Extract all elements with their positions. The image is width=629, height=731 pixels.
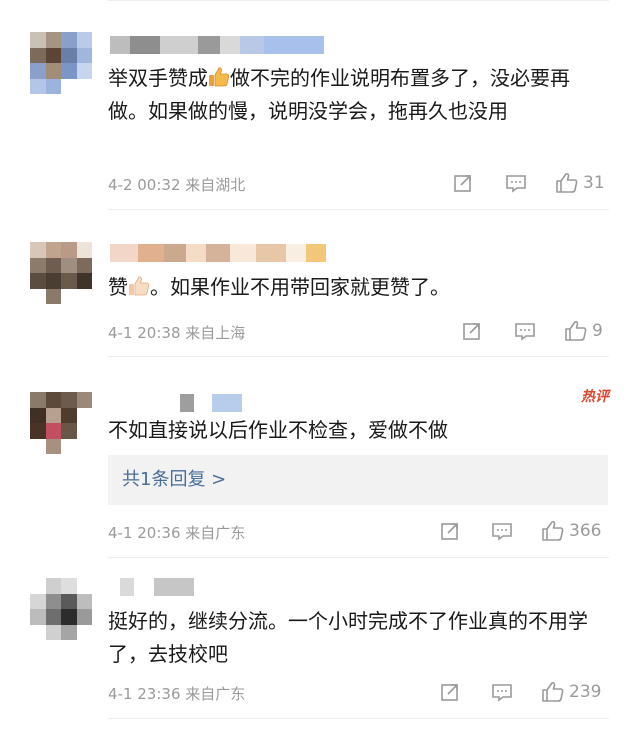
like-button[interactable]: 239 (541, 680, 601, 704)
comment-time: 4-1 20:38 来自上海 (108, 324, 246, 342)
like-icon (542, 681, 564, 702)
reply-button[interactable] (491, 519, 513, 543)
share-icon (454, 175, 471, 192)
divider (108, 557, 609, 558)
share-button[interactable] (440, 680, 460, 704)
like-count: 31 (583, 173, 605, 193)
share-button[interactable] (440, 519, 460, 543)
comment-text: 举双手赞成 做不完的作业说明布置多了，没必要再做。如果做的慢，说明没学会，拖再久也… (108, 65, 570, 123)
reply-button[interactable] (491, 680, 513, 704)
avatar[interactable] (30, 392, 92, 454)
divider (108, 209, 609, 210)
share-icon (441, 684, 458, 701)
comment-text: 赞。如果作业不用带回家就更赞了。 (108, 274, 450, 299)
comment-icon (492, 684, 512, 702)
reply-button[interactable] (514, 319, 536, 343)
comment-text: 不如直接说以后作业不检查，爱做不做 (108, 418, 448, 442)
username-blurred[interactable] (110, 394, 242, 412)
username-blurred[interactable] (110, 578, 194, 596)
top-edge (0, 0, 629, 14)
divider (108, 718, 609, 719)
avatar[interactable] (30, 32, 92, 94)
username-blurred[interactable] (110, 244, 326, 262)
comment-time: 4-2 00:32 来自湖北 (108, 176, 246, 194)
comment-time: 4-1 23:36 来自广东 (108, 685, 246, 703)
comment-icon (492, 523, 512, 541)
divider (108, 356, 609, 357)
thumbs-up-icon (208, 65, 230, 87)
reply-button[interactable] (505, 171, 527, 195)
like-icon (565, 320, 587, 341)
like-count: 366 (569, 521, 602, 541)
like-count: 9 (592, 321, 603, 341)
share-icon (463, 323, 480, 340)
like-icon (556, 172, 578, 193)
comment-icon (506, 175, 526, 193)
share-icon (441, 523, 458, 540)
avatar[interactable] (30, 578, 92, 640)
comment-icon (515, 323, 535, 341)
hot-comment-badge: 热评 (581, 389, 609, 405)
share-button[interactable] (453, 171, 473, 195)
comment-time: 4-1 20:36 来自广东 (108, 524, 246, 542)
like-button[interactable]: 9 (564, 319, 603, 343)
comment-text: 挺好的，继续分流。一个小时完成不了作业真的不用学了，去技校吧 (108, 609, 588, 666)
like-button[interactable]: 366 (541, 519, 601, 543)
username-blurred[interactable] (110, 36, 324, 54)
avatar[interactable] (30, 242, 92, 304)
like-icon (542, 520, 564, 541)
view-replies-link[interactable]: 共1条回复 > (108, 455, 608, 505)
thumbs-up-icon (128, 274, 150, 296)
share-button[interactable] (462, 319, 482, 343)
like-button[interactable]: 31 (555, 171, 605, 195)
like-count: 239 (569, 682, 602, 702)
